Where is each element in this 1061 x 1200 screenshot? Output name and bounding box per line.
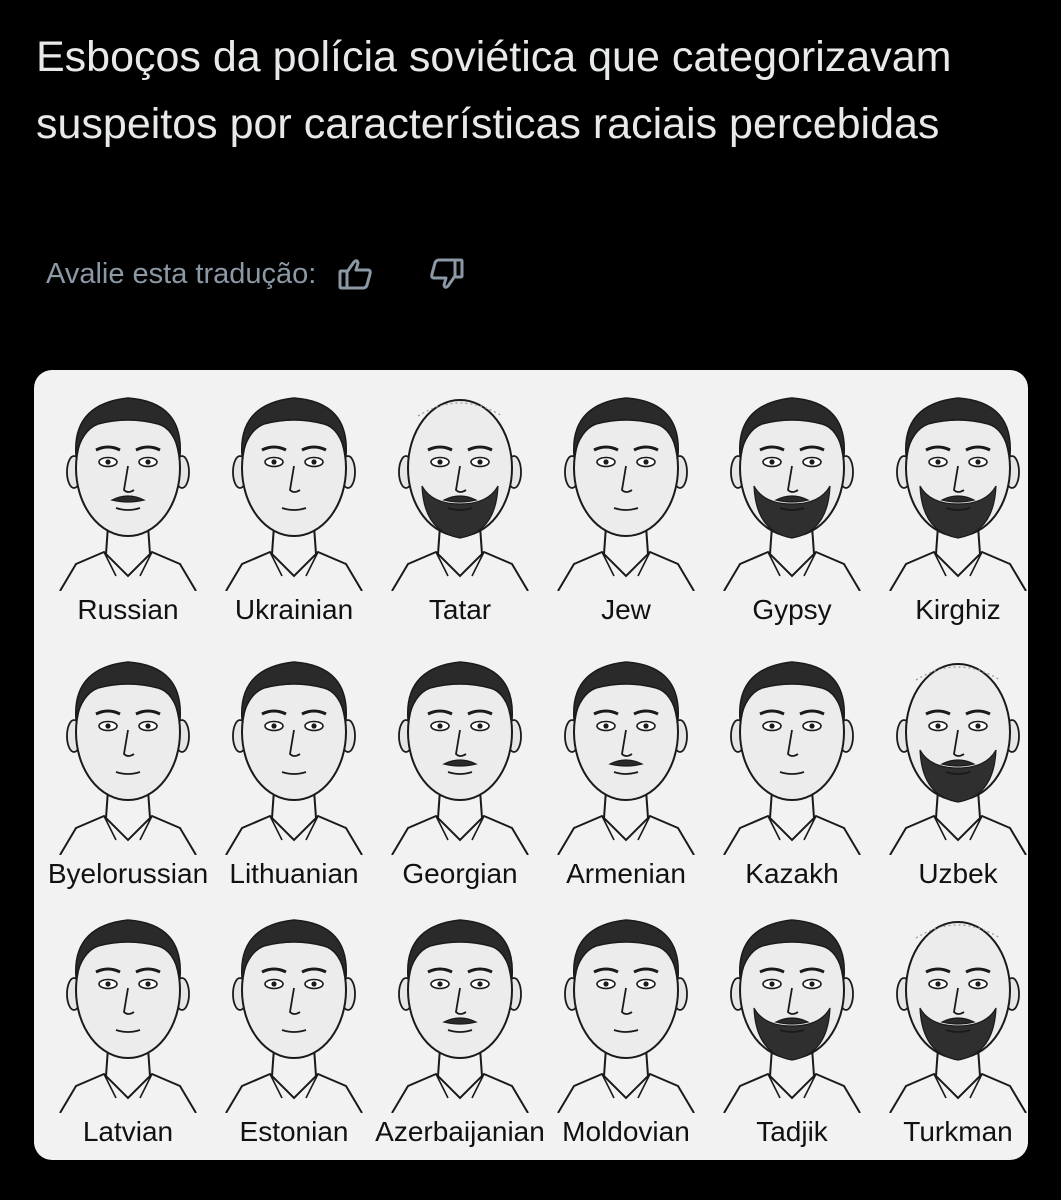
face-label: Lithuanian <box>229 858 359 889</box>
face-sketch <box>391 399 529 591</box>
face-label: Kirghiz <box>915 594 1001 625</box>
face-sketch <box>557 919 695 1113</box>
face-sketch <box>723 397 861 591</box>
face-cell: Uzbek <box>876 640 1028 894</box>
face-sketch <box>723 661 861 855</box>
post-image[interactable]: Russian Ukrainian Tatar Jew Gypsy Kirghiz Byel… <box>34 370 1028 1160</box>
face-cell: Gypsy <box>710 376 874 630</box>
face-label: Jew <box>601 594 651 625</box>
face-label: Azerbaijanian <box>375 1116 545 1147</box>
rate-translation-label: Avalie esta tradução: <box>46 257 317 290</box>
face-label: Kazakh <box>745 858 839 889</box>
face-sketch <box>391 661 529 855</box>
face-sketch <box>557 661 695 855</box>
face-cell: Tadjik <box>710 898 874 1152</box>
translation-rating: Avalie esta tradução: <box>46 250 468 298</box>
face-sketch <box>59 919 197 1113</box>
face-label: Gypsy <box>752 594 832 625</box>
face-sketch <box>59 397 197 591</box>
face-cell: Georgian <box>378 640 542 894</box>
face-label: Byelorussian <box>47 858 209 889</box>
thumbs-up-button[interactable] <box>334 252 378 296</box>
face-label: Turkman <box>903 1116 1013 1147</box>
face-label: Estonian <box>239 1116 349 1147</box>
face-sketch <box>889 397 1027 591</box>
face-sketch <box>225 919 363 1113</box>
thumbs-down-icon <box>430 258 464 289</box>
face-label: Moldovian <box>562 1116 690 1147</box>
face-cell: Moldovian <box>544 898 708 1152</box>
post-text: Esboços da polícia soviética que categor… <box>36 33 952 148</box>
face-sketch <box>889 921 1027 1113</box>
face-sketch <box>59 661 197 855</box>
face-cell: Russian <box>46 376 210 630</box>
face-cell: Byelorussian <box>46 640 210 894</box>
face-cell: Kazakh <box>710 640 874 894</box>
face-label: Russian <box>77 594 179 625</box>
face-sketch-grid: Russian Ukrainian Tatar Jew Gypsy Kirghiz Byel… <box>34 370 1028 1160</box>
face-sketch <box>225 397 363 591</box>
face-sketch <box>225 661 363 855</box>
face-label: Tatar <box>428 594 492 625</box>
face-cell: Lithuanian <box>212 640 376 894</box>
face-cell: Armenian <box>544 640 708 894</box>
face-cell: Tatar <box>378 376 542 630</box>
face-label: Uzbek <box>918 858 998 889</box>
face-cell: Estonian <box>212 898 376 1152</box>
face-cell: Jew <box>544 376 708 630</box>
thumbs-down-button[interactable] <box>424 252 468 296</box>
face-cell: Turkman <box>876 898 1028 1152</box>
face-cell: Latvian <box>46 898 210 1152</box>
face-sketch <box>391 919 529 1113</box>
face-cell: Kirghiz <box>876 376 1028 630</box>
face-label: Georgian <box>402 858 518 889</box>
face-label: Armenian <box>566 858 686 889</box>
face-sketch <box>889 663 1027 855</box>
face-cell: Ukrainian <box>212 376 376 630</box>
face-sketch <box>557 397 695 591</box>
face-sketch <box>723 919 861 1113</box>
face-cell: Azerbaijanian <box>375 898 545 1152</box>
face-label: Tadjik <box>756 1116 828 1147</box>
face-label: Latvian <box>82 1116 174 1147</box>
thumbs-up-icon <box>338 259 373 290</box>
face-label: Ukrainian <box>234 594 354 625</box>
